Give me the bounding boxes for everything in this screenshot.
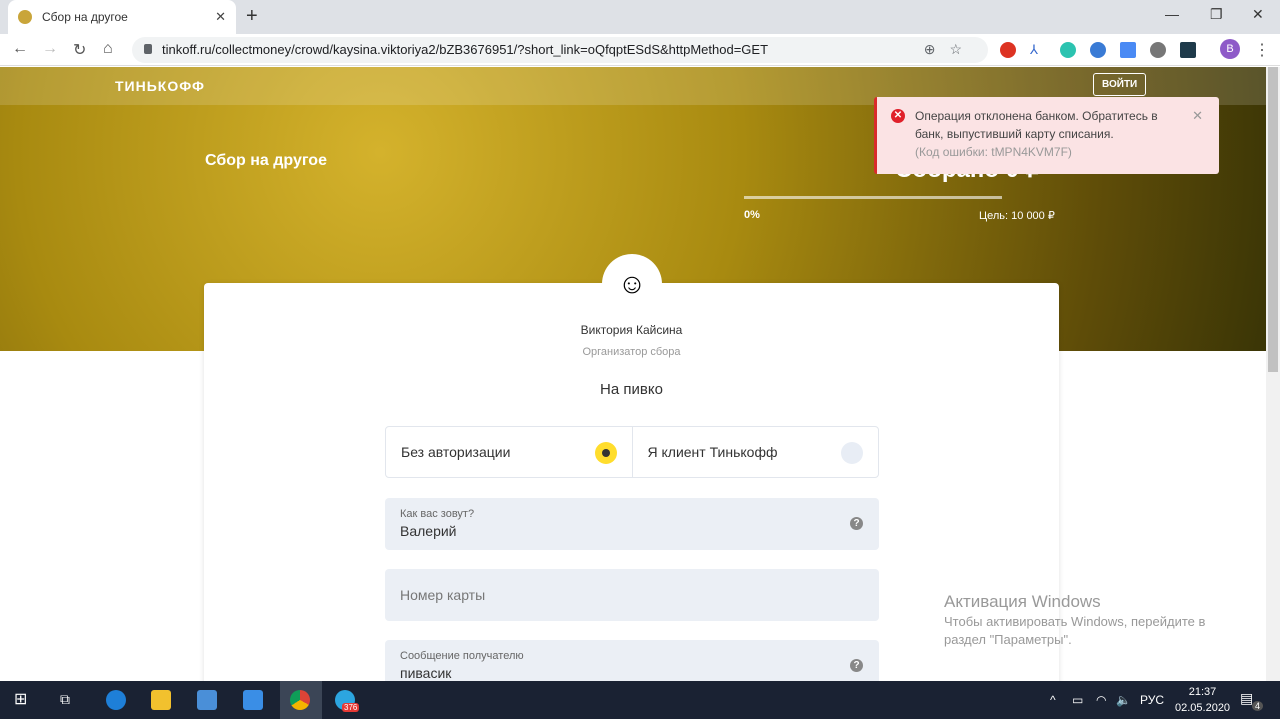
page: ТИНЬКОФФ ВОЙТИ Сбор на другое Собрано 0 … xyxy=(0,67,1266,681)
toast-close-icon[interactable]: ✕ xyxy=(1192,107,1203,125)
option-label: Я клиент Тинькофф xyxy=(647,444,778,460)
profile-avatar[interactable]: B xyxy=(1220,39,1240,59)
tab-close-icon[interactable]: ✕ xyxy=(215,9,226,25)
new-tab-button[interactable]: + xyxy=(246,5,258,28)
scrollbar-thumb[interactable] xyxy=(1268,67,1278,372)
acrobat-icon[interactable]: ⅄ xyxy=(1030,42,1046,58)
name-field-value[interactable]: Валерий xyxy=(400,523,864,539)
translate-icon[interactable] xyxy=(1120,42,1136,58)
back-icon[interactable]: ← xyxy=(12,40,28,58)
clock[interactable]: 21:37 02.05.2020 xyxy=(1175,684,1230,716)
collection-title: Сбор на другое xyxy=(205,152,327,169)
radio-selected[interactable] xyxy=(594,442,617,464)
radio-unselected[interactable] xyxy=(841,442,863,464)
restore-button[interactable]: ❐ xyxy=(1210,6,1223,23)
tab-title: Сбор на другое xyxy=(42,10,128,24)
react-icon[interactable] xyxy=(1180,42,1196,58)
adblock-icon[interactable] xyxy=(1000,42,1016,58)
explorer-icon[interactable] xyxy=(151,690,171,710)
auth-selector: Без авторизации Я клиент Тинькофф xyxy=(385,426,879,478)
tinkoff-favicon-icon xyxy=(18,10,32,24)
watermark-title: Активация Windows xyxy=(944,592,1101,611)
option-no-auth[interactable]: Без авторизации xyxy=(386,427,632,477)
tinkoff-logo[interactable]: ТИНЬКОФФ xyxy=(115,78,205,94)
progress-label: 0% xyxy=(744,209,760,221)
telegram-badge: 376 xyxy=(342,703,360,712)
card-number-placeholder[interactable]: Номер карты xyxy=(400,587,864,603)
time: 21:37 xyxy=(1188,686,1217,698)
error-code: (Код ошибки: tMPN4KVM7F) xyxy=(915,145,1072,159)
url-text: tinkoff.ru/collectmoney/crowd/kaysina.vi… xyxy=(162,42,769,57)
chrome-icon[interactable] xyxy=(290,690,310,710)
option-label: Без авторизации xyxy=(401,444,511,460)
bookmark-star-icon[interactable]: ⊕☆ xyxy=(924,41,976,58)
mail-icon[interactable] xyxy=(243,690,263,710)
menu-icon[interactable]: ⋮ xyxy=(1254,40,1270,60)
message-field-label: Сообщение получателю xyxy=(400,650,524,662)
taskbar: ⊞ ⧉ 376 ^ ▭ ◠ 🔈 РУС 21:37 02.05.2020 ▤ 4 xyxy=(0,681,1280,719)
task-view-icon[interactable]: ⧉ xyxy=(60,691,70,708)
error-icon: ✕ xyxy=(891,109,905,123)
donation-card: Виктория Кайсина Организатор сбора На пи… xyxy=(204,283,1059,681)
card-number-field[interactable]: Номер карты xyxy=(385,569,879,621)
watermark-text: Чтобы активировать Windows, перейдите в … xyxy=(944,614,1206,647)
volume-icon[interactable]: 🔈 xyxy=(1116,693,1131,707)
windows-start-icon[interactable]: ⊞ xyxy=(14,689,27,709)
lock-icon xyxy=(144,44,152,54)
battery-icon[interactable]: ▭ xyxy=(1072,693,1083,707)
option-tinkoff-client[interactable]: Я клиент Тинькофф xyxy=(631,427,879,477)
home-icon[interactable]: ⌂ xyxy=(103,40,113,58)
error-toast: ✕ Операция отклонена банком. Обратитесь … xyxy=(874,97,1219,174)
wifi-icon[interactable]: ◠ xyxy=(1096,693,1106,707)
extension-icon[interactable] xyxy=(1060,42,1076,58)
close-window-button[interactable]: ✕ xyxy=(1252,6,1264,23)
help-icon[interactable]: ? xyxy=(850,517,863,530)
collection-purpose: На пивко xyxy=(600,381,663,398)
forward-icon[interactable]: → xyxy=(42,40,58,58)
help-icon[interactable]: ? xyxy=(850,659,863,672)
store-icon[interactable] xyxy=(197,690,217,710)
language-indicator[interactable]: РУС xyxy=(1140,693,1164,707)
extension-icon[interactable] xyxy=(1150,42,1166,58)
tab-bar: Сбор на другое ✕ + — ❐ ✕ xyxy=(0,0,1280,34)
organizer-avatar: ☺ xyxy=(602,254,662,314)
url-input[interactable]: tinkoff.ru/collectmoney/crowd/kaysina.vi… xyxy=(132,37,988,63)
login-button[interactable]: ВОЙТИ xyxy=(1093,73,1147,96)
organizer-role: Организатор сбора xyxy=(582,346,681,358)
error-message: Операция отклонена банком. Обратитесь в … xyxy=(915,109,1158,141)
progress-bar xyxy=(744,196,1002,199)
date: 02.05.2020 xyxy=(1175,702,1231,714)
edge-icon[interactable] xyxy=(106,690,126,710)
name-field[interactable]: Как вас зовут? Валерий ? xyxy=(385,498,879,550)
tray-chevron-icon[interactable]: ^ xyxy=(1050,693,1056,707)
minimize-button[interactable]: — xyxy=(1165,6,1179,22)
organizer-name: Виктория Кайсина xyxy=(580,323,683,337)
reload-icon[interactable]: ↻ xyxy=(73,40,86,60)
message-field-value[interactable]: пивасик xyxy=(400,665,864,681)
notification-count: 4 xyxy=(1252,701,1264,711)
browser-tab[interactable]: Сбор на другое ✕ xyxy=(8,0,236,34)
extension-icon[interactable] xyxy=(1090,42,1106,58)
name-field-label: Как вас зовут? xyxy=(400,508,475,520)
scrollbar[interactable] xyxy=(1266,67,1280,681)
goal-label: Цель: 10 000 ₽ xyxy=(979,210,1055,222)
address-bar-row: ← → ↻ ⌂ tinkoff.ru/collectmoney/crowd/ka… xyxy=(0,34,1280,66)
windows-activation-watermark: Активация Windows Чтобы активировать Win… xyxy=(944,593,1234,649)
message-field[interactable]: Сообщение получателю пивасик ? xyxy=(385,640,879,681)
